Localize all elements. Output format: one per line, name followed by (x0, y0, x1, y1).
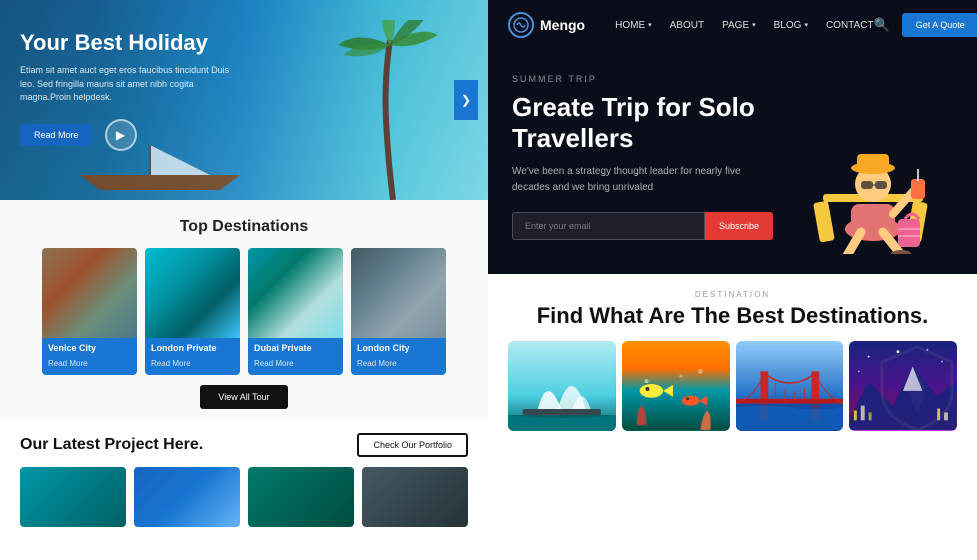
left-panel: Your Best Holiday Etiam sit amet auct eg… (0, 0, 488, 560)
underwater-svg (622, 341, 730, 431)
destination-label-venice: Venice City Read More (42, 338, 137, 375)
nav-about[interactable]: ABOUT (670, 20, 704, 31)
navigation-bar: Mengo HOME ▾ ABOUT PAGE ▾ BLOG ▾ CONTACT… (488, 0, 977, 50)
destination-name-dubai: Dubai Private (254, 343, 337, 353)
destination-link-venice[interactable]: Read More (48, 359, 88, 368)
tourist-svg (803, 74, 943, 254)
destination-right-card-3 (736, 341, 844, 431)
project-card-1 (20, 467, 126, 527)
hero-left-description: Etiam sit amet auct eget eros faucibus t… (20, 64, 240, 105)
search-icon[interactable]: 🔍 (874, 17, 890, 33)
destination-right-card-2 (622, 341, 730, 431)
destinations-right-section: DESTINATION Find What Are The Best Desti… (488, 274, 977, 447)
tourist-figure (793, 74, 953, 254)
latest-project-title: Our Latest Project Here. (20, 436, 203, 454)
destination-card-london2: London City Read More (351, 248, 446, 375)
nav-home[interactable]: HOME ▾ (615, 20, 652, 31)
nav-links: HOME ▾ ABOUT PAGE ▾ BLOG ▾ CONTACT (615, 20, 873, 31)
home-chevron-icon: ▾ (648, 21, 652, 29)
shield-watermark (877, 342, 957, 437)
destination-name-venice: Venice City (48, 343, 131, 353)
hero-next-button[interactable]: ❯ (454, 80, 478, 120)
destinations-title: Top Destinations (20, 218, 468, 236)
destination-image-dubai (248, 248, 343, 338)
destination-link-dubai[interactable]: Read More (254, 359, 294, 368)
destination-right-title: Find What Are The Best Destinations. (508, 303, 957, 329)
bridge-svg (736, 341, 844, 431)
destination-image-london2 (351, 248, 446, 338)
project-card-2 (134, 467, 240, 527)
destination-card-dubai: Dubai Private Read More (248, 248, 343, 375)
blog-chevron-icon: ▾ (804, 21, 808, 29)
nav-blog[interactable]: BLOG ▾ (774, 20, 808, 31)
check-portfolio-button[interactable]: Check Our Portfolio (357, 433, 468, 457)
logo-icon (508, 12, 534, 38)
get-quote-button[interactable]: Get A Quote (902, 13, 977, 37)
project-card-3 (248, 467, 354, 527)
destination-image-london (145, 248, 240, 338)
hero-right-title: Greate Trip for Solo Travellers (512, 92, 773, 154)
subscribe-button[interactable]: Subscribe (705, 212, 773, 240)
destination-label-london: London Private Read More (145, 338, 240, 375)
hero-right-description: We've been a strategy thought leader for… (512, 164, 773, 196)
destination-right-card-1 (508, 341, 616, 431)
project-card-4 (362, 467, 468, 527)
destinations-grid: Venice City Read More London Private Rea… (20, 248, 468, 375)
nav-logo: Mengo (508, 12, 585, 38)
destination-label-london2: London City Read More (351, 338, 446, 375)
nav-page[interactable]: PAGE ▾ (722, 20, 756, 31)
read-more-button[interactable]: Read More (20, 124, 93, 146)
hero-right-content: SUMMER TRIP Greate Trip for Solo Travell… (512, 74, 773, 254)
logo-name: Mengo (540, 17, 585, 33)
play-button[interactable]: ▶ (105, 119, 137, 151)
hero-right-section: SUMMER TRIP Greate Trip for Solo Travell… (488, 50, 977, 274)
mengo-logo-svg (513, 17, 529, 33)
latest-project-section: Our Latest Project Here. Check Our Portf… (0, 419, 488, 537)
email-input[interactable] (512, 212, 705, 240)
page-chevron-icon: ▾ (752, 21, 756, 29)
hero-section-left: Your Best Holiday Etiam sit amet auct eg… (0, 0, 488, 200)
hero-buttons: Read More ▶ (20, 119, 468, 151)
hero-left-title: Your Best Holiday (20, 30, 468, 56)
view-all-tour-button[interactable]: View All Tour (200, 385, 287, 409)
subscribe-form: Subscribe (512, 212, 773, 240)
destination-name-london2: London City (357, 343, 440, 353)
projects-grid (20, 467, 468, 527)
destination-card-venice: Venice City Read More (42, 248, 137, 375)
destinations-section: Top Destinations Venice City Read More L… (0, 200, 488, 419)
nav-contact[interactable]: CONTACT (826, 20, 874, 31)
destination-card-london: London Private Read More (145, 248, 240, 375)
destination-image-venice (42, 248, 137, 338)
sydney-svg (508, 341, 616, 431)
destination-name-london: London Private (151, 343, 234, 353)
destination-right-label: DESTINATION (508, 290, 957, 299)
shield-icon (877, 342, 957, 432)
destination-link-london[interactable]: Read More (151, 359, 191, 368)
latest-project-header: Our Latest Project Here. Check Our Portf… (20, 433, 468, 457)
hero-left-content: Your Best Holiday Etiam sit amet auct eg… (20, 30, 468, 151)
destination-link-london2[interactable]: Read More (357, 359, 397, 368)
destination-label-dubai: Dubai Private Read More (248, 338, 343, 375)
summer-trip-label: SUMMER TRIP (512, 74, 773, 84)
right-panel: Mengo HOME ▾ ABOUT PAGE ▾ BLOG ▾ CONTACT… (488, 0, 977, 560)
